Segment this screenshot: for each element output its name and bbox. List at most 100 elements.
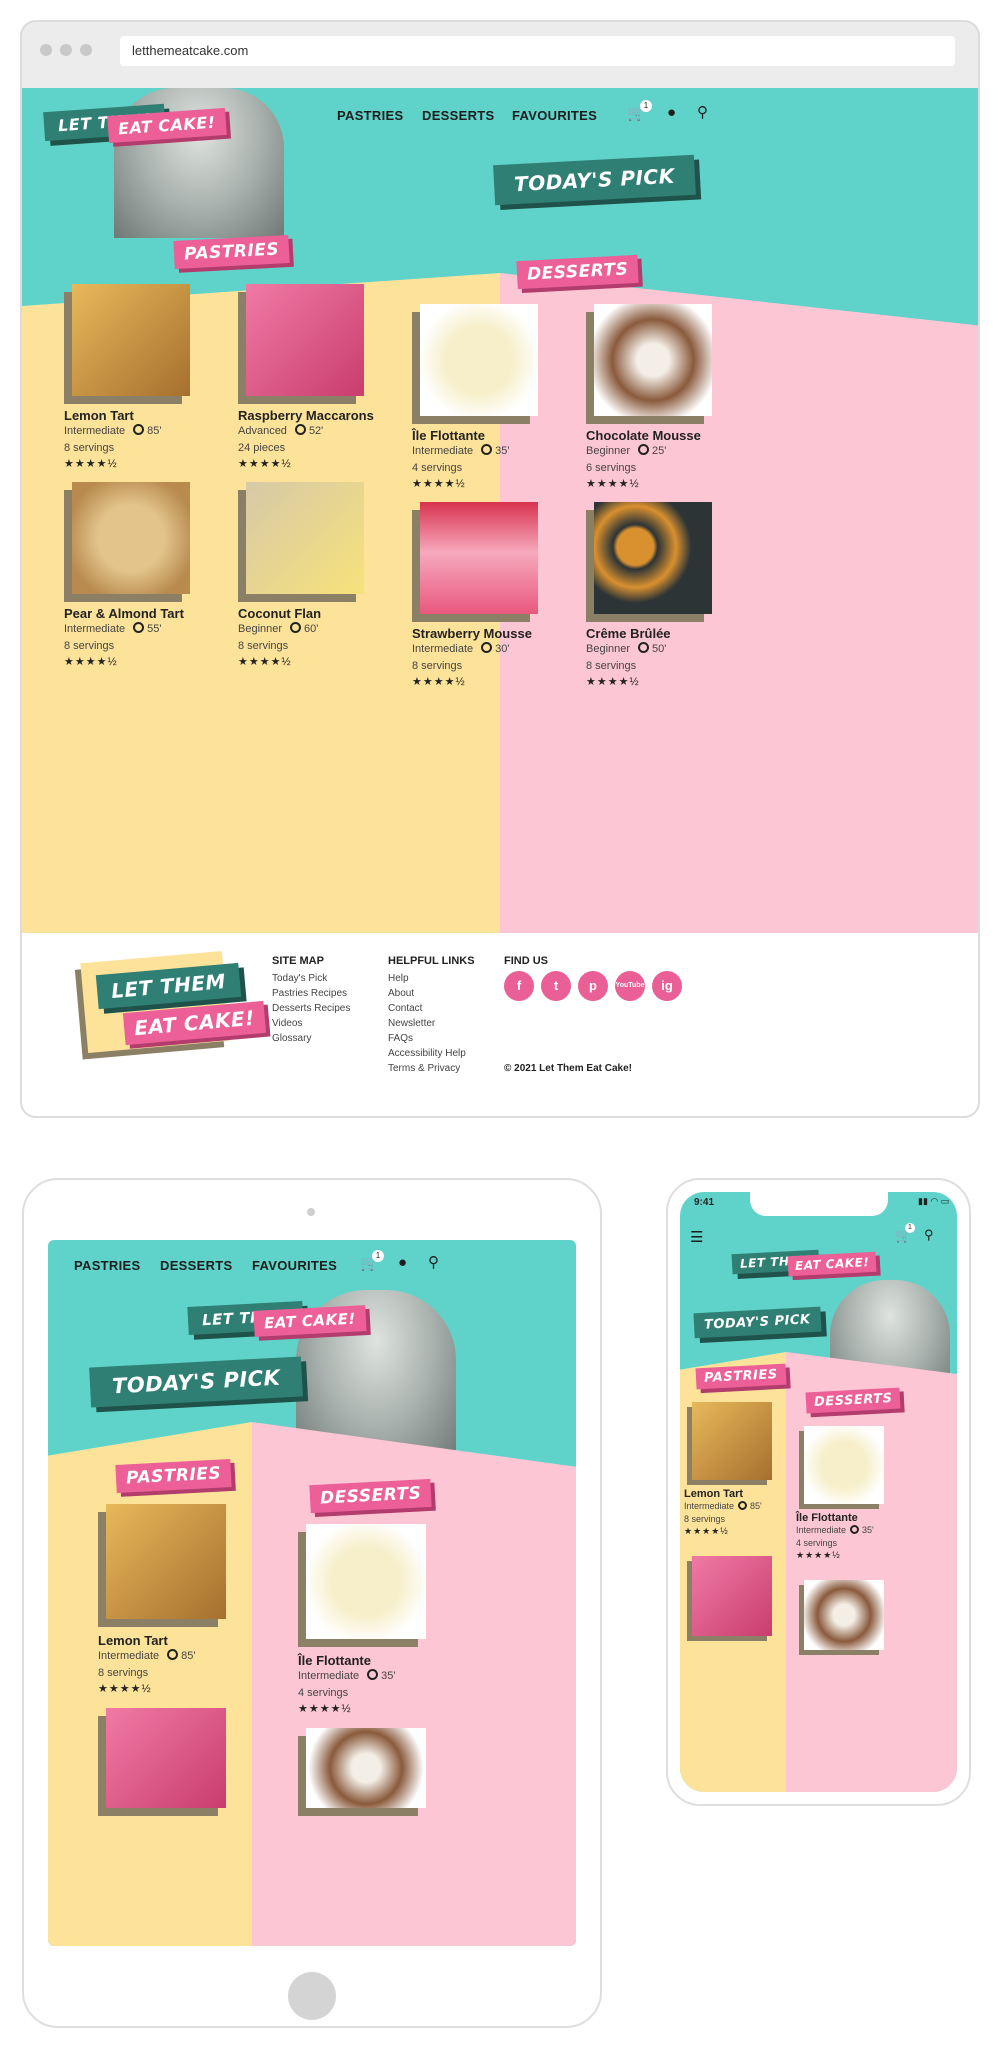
window-dot-icon [40,44,52,56]
footer-link[interactable]: Newsletter [388,1018,435,1029]
recipe-title[interactable]: Lemon Tart [64,408,224,423]
recipe-image[interactable] [594,502,712,614]
recipe-time: 55' [147,623,162,635]
recipe-yield: 8 servings [412,660,463,672]
home-button[interactable] [288,1972,336,2020]
recipe-card-raspberry-maccarons[interactable] [98,1708,238,1808]
recipe-card-raspberry-maccarons[interactable] [684,1556,784,1636]
recipe-time: 35' [495,445,510,457]
nav-pastries[interactable]: PASTRIES [74,1258,140,1273]
recipe-card-lemon-tart[interactable]: Lemon Tart Intermediate 85' 8 servings ★★… [98,1504,238,1695]
recipe-card-coconut-flan[interactable]: Coconut Flan Beginner 60' 8 servings ★★★★… [238,482,398,668]
recipe-level: Intermediate [796,1525,847,1535]
recipe-title[interactable]: Lemon Tart [684,1488,784,1500]
recipe-image[interactable] [72,482,190,594]
timer-icon [367,1669,379,1680]
recipe-card-lemon-tart[interactable]: Lemon Tart Intermediate 85' 8 servings ★★… [64,284,224,470]
facebook-icon[interactable]: f [504,971,534,1001]
nav-desserts[interactable]: DESSERTS [422,108,494,123]
recipe-card-ile-flottante[interactable]: Île Flottante Intermediate 35' 4 servings… [796,1426,946,1561]
recipe-image[interactable] [692,1556,772,1636]
twitter-icon[interactable]: t [541,971,571,1001]
nav-pastries[interactable]: PASTRIES [337,108,403,123]
recipe-image[interactable] [420,502,538,614]
address-bar[interactable]: letthemeatcake.com [120,36,955,66]
footer-link[interactable]: Terms & Privacy [388,1063,460,1074]
recipe-card-lemon-tart[interactable]: Lemon Tart Intermediate 85' 8 servings ★★… [684,1402,784,1537]
recipe-card-raspberry-maccarons[interactable]: Raspberry Maccarons Advanced 52' 24 piece… [238,284,398,470]
recipe-title[interactable]: Raspberry Maccarons [238,408,398,423]
footer-link[interactable]: Today's Pick [272,973,327,984]
timer-icon [133,622,145,633]
recipe-card-ile-flottante[interactable]: Île Flottante Intermediate 35' 4 servings… [412,304,572,490]
recipe-image[interactable] [804,1426,884,1504]
recipe-image[interactable] [420,304,538,416]
recipe-image[interactable] [306,1728,426,1808]
recipe-title[interactable]: Lemon Tart [98,1633,238,1648]
window-dot-icon [80,44,92,56]
recipe-title[interactable]: Chocolate Mousse [586,428,746,443]
footer-link[interactable]: Contact [388,1003,422,1014]
recipe-title[interactable]: Île Flottante [298,1653,438,1668]
desserts-panel [786,1352,957,1792]
recipe-image[interactable] [72,284,190,396]
footer-link[interactable]: Desserts Recipes [272,1003,350,1014]
footer-link[interactable]: Help [388,973,409,984]
instagram-icon[interactable]: ig [652,971,682,1001]
status-time: 9:41 [694,1197,715,1208]
youtube-icon[interactable]: YouTube [615,971,645,1001]
footer-link[interactable]: Glossary [272,1033,311,1044]
recipe-title[interactable]: Coconut Flan [238,606,398,621]
recipe-title[interactable]: Île Flottante [796,1512,946,1524]
recipe-meta: Intermediate 85' [684,1500,784,1513]
todays-pick-heading: TODAY'S PICK [89,1356,304,1408]
recipe-title[interactable]: Pear & Almond Tart [64,606,224,621]
timer-icon [481,642,493,653]
recipe-title[interactable]: Île Flottante [412,428,572,443]
recipe-card-pear-almond-tart[interactable]: Pear & Almond Tart Intermediate 55' 8 ser… [64,482,224,668]
pinterest-icon[interactable]: p [578,971,608,1001]
footer-link[interactable]: FAQs [388,1033,413,1044]
window-dot-icon [60,44,72,56]
recipe-level: Intermediate [412,445,474,457]
site-footer: LET THEM EAT CAKE! SITE MAP Today's Pick… [22,933,978,1116]
todays-pick-heading: TODAY'S PICK [693,1306,822,1339]
recipe-image[interactable] [246,482,364,594]
menu-icon[interactable]: ☰ [690,1228,703,1246]
recipe-card-ile-flottante[interactable]: Île Flottante Intermediate 35' 4 servings… [298,1524,438,1715]
recipe-image[interactable] [692,1402,772,1480]
recipe-image[interactable] [306,1524,426,1639]
recipe-meta: Intermediate 85' [64,423,224,440]
footer-link[interactable]: Pastries Recipes [272,988,347,999]
recipe-image[interactable] [106,1708,226,1808]
recipe-card-chocolate-mousse[interactable] [298,1728,438,1808]
search-icon[interactable]: ⚲ [697,103,708,121]
recipe-level: Beginner [586,643,631,655]
recipe-card-chocolate-mousse[interactable]: Chocolate Mousse Beginner 25' 6 servings … [586,304,746,490]
footer-link[interactable]: Accessibility Help [388,1048,466,1059]
footer-link[interactable]: About [388,988,414,999]
nav-favourites[interactable]: FAVOURITES [252,1258,337,1273]
timer-icon [167,1649,179,1660]
recipe-title[interactable]: Strawberry Mousse [412,626,572,641]
recipe-image[interactable] [594,304,712,416]
search-icon[interactable]: ⚲ [428,1253,439,1271]
nav-desserts[interactable]: DESSERTS [160,1258,232,1273]
user-icon[interactable]: ● [398,1254,407,1271]
recipe-card-strawberry-mousse[interactable]: Strawberry Mousse Intermediate 30' 8 serv… [412,502,572,688]
recipe-card-creme-brulee[interactable]: Crême Brûlée Beginner 50' 8 servings ★★★★… [586,502,746,688]
footer-link[interactable]: Videos [272,1018,302,1029]
recipe-card-chocolate-mousse[interactable] [796,1580,946,1650]
phone-device: 9:41 ▮▮ ◠ ▭ ☰ 🛒 1 ⚲ LET THEM EAT CAKE! T… [666,1178,971,1806]
recipe-image[interactable] [246,284,364,396]
recipe-title[interactable]: Crême Brûlée [586,626,746,641]
recipe-level: Beginner [238,623,283,635]
rating-stars: ★★★★½ [238,656,292,668]
search-icon[interactable]: ⚲ [924,1227,934,1243]
recipe-image[interactable] [106,1504,226,1619]
user-icon[interactable]: ● [667,104,676,121]
camera-icon [307,1208,315,1216]
nav-favourites[interactable]: FAVOURITES [512,108,597,123]
logo-eat-cake[interactable]: EAT CAKE! [787,1251,877,1277]
recipe-image[interactable] [804,1580,884,1650]
